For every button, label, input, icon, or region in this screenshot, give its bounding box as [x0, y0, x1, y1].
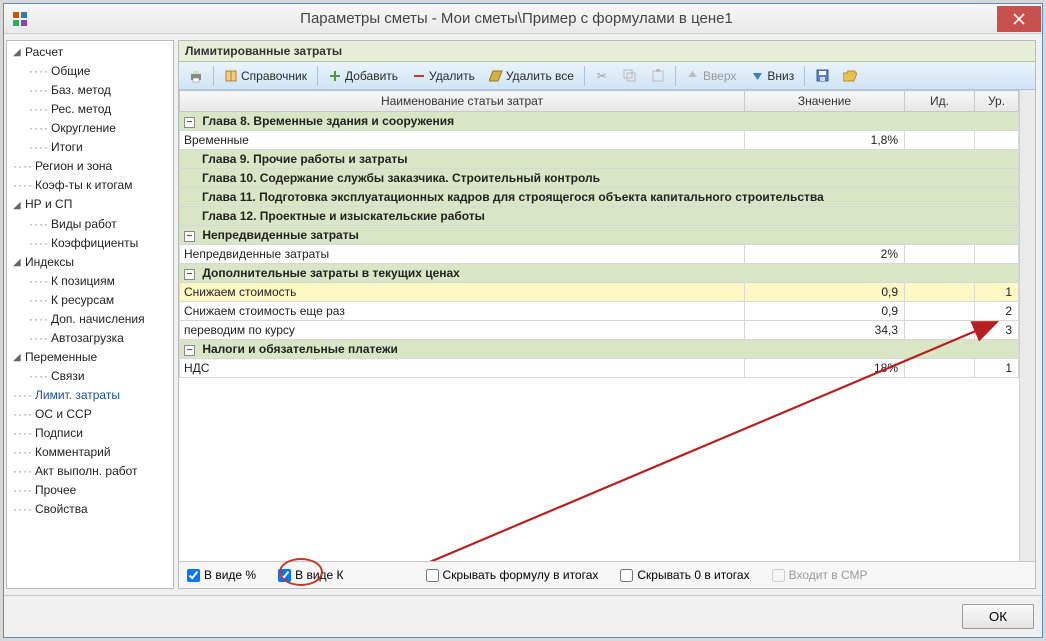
- tree-node[interactable]: ····Регион и зона: [7, 157, 173, 176]
- save-button[interactable]: [809, 67, 835, 85]
- table-row[interactable]: Глава 9. Прочие работы и затраты: [180, 150, 1019, 169]
- tree-node[interactable]: ····Округление: [7, 119, 173, 138]
- panel-title: Лимитированные затраты: [179, 41, 1035, 62]
- col-name[interactable]: Наименование статьи затрат: [180, 91, 745, 112]
- table-row[interactable]: − Глава 8. Временные здания и сооружения: [180, 112, 1019, 131]
- open-button[interactable]: [837, 67, 863, 85]
- check-percent[interactable]: В виде %: [187, 568, 256, 582]
- window-title: Параметры сметы - Мои сметы\Пример с фор…: [36, 10, 997, 27]
- tree-node[interactable]: ····Свойства: [7, 500, 173, 519]
- tree-node[interactable]: ····ОС и ССР: [7, 405, 173, 424]
- add-button[interactable]: Добавить: [322, 67, 404, 85]
- arrow-up-icon: [686, 69, 700, 83]
- tree-node[interactable]: ····Акт выполн. работ: [7, 462, 173, 481]
- print-button[interactable]: [183, 67, 209, 85]
- table-row[interactable]: Глава 12. Проектные и изыскательские раб…: [180, 207, 1019, 226]
- close-icon: [1013, 13, 1025, 25]
- col-value[interactable]: Значение: [745, 91, 905, 112]
- tree-node[interactable]: ····Баз. метод: [7, 81, 173, 100]
- tree-node[interactable]: ····Связи: [7, 367, 173, 386]
- arrow-down-icon: [750, 69, 764, 83]
- nav-tree[interactable]: ◢Расчет····Общие····Баз. метод····Рес. м…: [6, 40, 174, 589]
- tree-node[interactable]: ····Общие: [7, 62, 173, 81]
- paste-button[interactable]: [645, 67, 671, 85]
- tree-node[interactable]: ◢Индексы: [7, 253, 173, 272]
- scissors-icon: ✂: [595, 69, 609, 83]
- tree-node[interactable]: ◢Переменные: [7, 348, 173, 367]
- table-row[interactable]: − Непредвиденные затраты: [180, 226, 1019, 245]
- check-hide-formula[interactable]: Скрывать формулу в итогах: [426, 568, 599, 582]
- folder-open-icon: [843, 69, 857, 83]
- table-row[interactable]: переводим по курсу34,33: [180, 321, 1019, 340]
- tree-node[interactable]: ····Итоги: [7, 138, 173, 157]
- app-icon: [10, 9, 30, 29]
- table-row[interactable]: НДС18%1: [180, 359, 1019, 378]
- tree-node[interactable]: ····Автозагрузка: [7, 329, 173, 348]
- check-smr: Входит в СМР: [772, 568, 868, 582]
- tree-node[interactable]: ····К ресурсам: [7, 291, 173, 310]
- table-row[interactable]: − Дополнительные затраты в текущих ценах: [180, 264, 1019, 283]
- help-button[interactable]: Справочник: [218, 67, 313, 85]
- book-icon: [224, 69, 238, 83]
- minus-icon: [412, 69, 426, 83]
- tree-node[interactable]: ····К позициям: [7, 272, 173, 291]
- options-bar: В виде % В виде К Скрывать формулу в ито…: [179, 561, 1035, 588]
- save-icon: [815, 69, 829, 83]
- cut-button[interactable]: ✂: [589, 67, 615, 85]
- paste-icon: [651, 69, 665, 83]
- down-button[interactable]: Вниз: [744, 67, 800, 85]
- col-id[interactable]: Ид.: [905, 91, 975, 112]
- tree-node[interactable]: ····Лимит. затраты: [7, 386, 173, 405]
- table-row[interactable]: Снижаем стоимость0,91: [180, 283, 1019, 302]
- up-button[interactable]: Вверх: [680, 67, 742, 85]
- print-icon: [189, 69, 203, 83]
- toolbar: Справочник Добавить Удалить: [179, 62, 1035, 90]
- footer: ОК: [4, 595, 1042, 637]
- tree-node[interactable]: ◢НР и СП: [7, 195, 173, 214]
- tree-node[interactable]: ····Доп. начисления: [7, 310, 173, 329]
- tree-node[interactable]: ····Рес. метод: [7, 100, 173, 119]
- tree-node[interactable]: ····Подписи: [7, 424, 173, 443]
- copy-icon: [623, 69, 637, 83]
- tree-node[interactable]: ····Комментарий: [7, 443, 173, 462]
- table-row[interactable]: Глава 11. Подготовка эксплуатационных ка…: [180, 188, 1019, 207]
- table-row[interactable]: Снижаем стоимость еще раз0,92: [180, 302, 1019, 321]
- tree-node[interactable]: ····Коэффициенты: [7, 234, 173, 253]
- check-hide-zero[interactable]: Скрывать 0 в итогах: [620, 568, 749, 582]
- tree-node[interactable]: ◢Расчет: [7, 43, 173, 62]
- table-row[interactable]: Непредвиденные затраты2%: [180, 245, 1019, 264]
- plus-icon: [328, 69, 342, 83]
- delete-all-button[interactable]: Удалить все: [483, 67, 580, 85]
- titlebar: Параметры сметы - Мои сметы\Пример с фор…: [4, 4, 1042, 34]
- erase-icon: [489, 69, 503, 83]
- table-row[interactable]: Временные1,8%: [180, 131, 1019, 150]
- tree-node[interactable]: ····Виды работ: [7, 215, 173, 234]
- col-lvl[interactable]: Ур.: [975, 91, 1019, 112]
- close-button[interactable]: [997, 6, 1041, 32]
- table-row[interactable]: − Налоги и обязательные платежи: [180, 340, 1019, 359]
- table-row[interactable]: Глава 10. Содержание службы заказчика. С…: [180, 169, 1019, 188]
- main-panel: Лимитированные затраты Справочник: [178, 40, 1036, 589]
- grid[interactable]: Наименование статьи затрат Значение Ид. …: [179, 90, 1035, 561]
- tree-node[interactable]: ····Прочее: [7, 481, 173, 500]
- delete-button[interactable]: Удалить: [406, 67, 481, 85]
- copy-button[interactable]: [617, 67, 643, 85]
- tree-node[interactable]: ····Коэф-ты к итогам: [7, 176, 173, 195]
- vertical-scrollbar[interactable]: [1019, 90, 1035, 561]
- check-k[interactable]: В виде К: [278, 568, 343, 582]
- ok-button[interactable]: ОК: [962, 604, 1034, 629]
